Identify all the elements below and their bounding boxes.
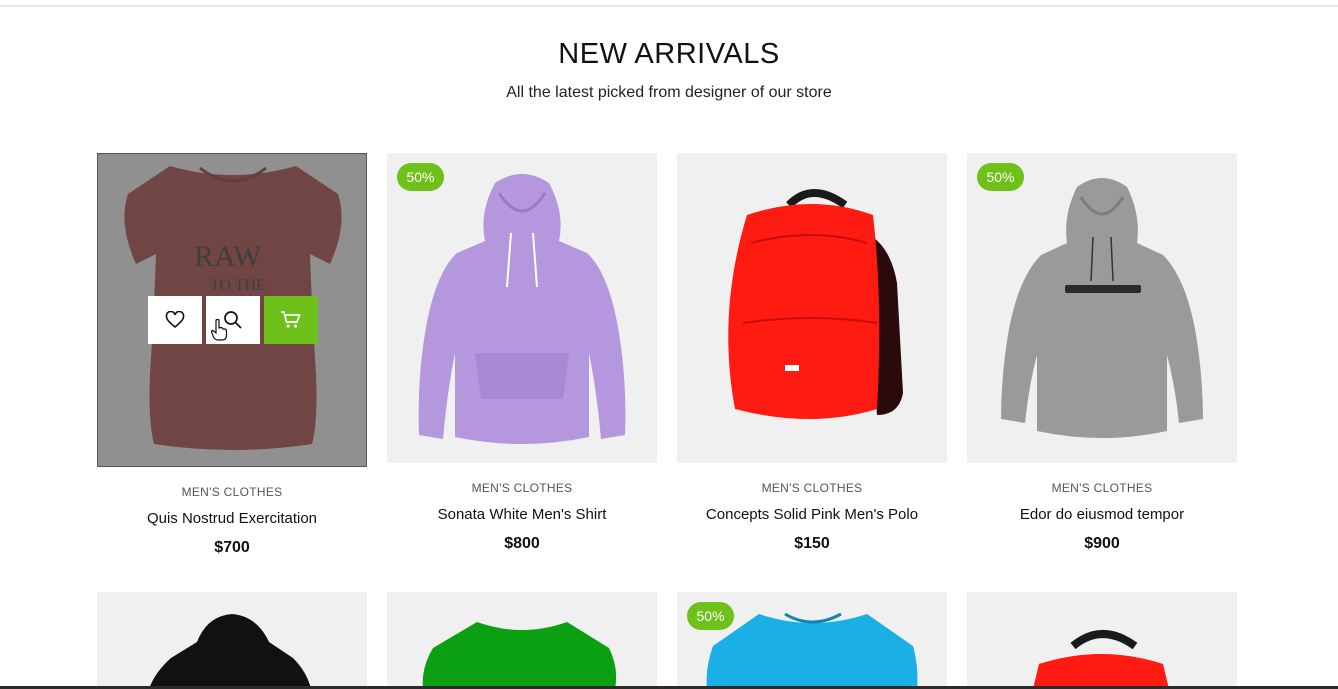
heart-icon [165, 311, 185, 329]
product-card[interactable]: RAW TO THE [97, 153, 367, 557]
product-price: $700 [214, 539, 250, 556]
product-card[interactable]: 50% MEN'S CLOTHES Sonata White Men's Shi… [387, 153, 657, 553]
grey-hoodie-image [1001, 178, 1203, 438]
red-backpack-image [1033, 630, 1169, 689]
product-category: MEN'S CLOTHES [1051, 481, 1153, 495]
product-card[interactable] [97, 592, 367, 689]
discount-badge: 50% [687, 602, 734, 630]
product-image[interactable] [97, 592, 367, 689]
product-image[interactable]: RAW TO THE [97, 153, 367, 467]
product-image[interactable] [677, 153, 947, 463]
top-divider [0, 5, 1338, 7]
product-image[interactable]: 50% [387, 153, 657, 463]
product-category: MEN'S CLOTHES [761, 481, 863, 495]
product-category: MEN'S CLOTHES [181, 485, 283, 499]
hand-cursor-icon [210, 318, 228, 341]
product-card[interactable]: 50% MEN'S CLOTHES Edor do eiusmod tempor… [967, 153, 1237, 553]
product-card[interactable]: MEN'S CLOTHES Concepts Solid Pink Men's … [677, 153, 947, 553]
product-card[interactable] [387, 592, 657, 689]
product-image[interactable] [387, 592, 657, 689]
product-price: $900 [1084, 535, 1120, 552]
lavender-hoodie-image [418, 174, 626, 444]
product-name[interactable]: Quis Nostrud Exercitation [97, 510, 367, 527]
product-card[interactable] [967, 592, 1237, 689]
product-image[interactable]: 50% [677, 592, 947, 689]
discount-badge: 50% [397, 163, 444, 191]
add-to-cart-button[interactable] [264, 296, 318, 344]
product-image[interactable]: 50% [967, 153, 1237, 463]
red-backpack-image [728, 189, 903, 419]
green-tshirt-image [422, 622, 617, 689]
product-name[interactable]: Concepts Solid Pink Men's Polo [677, 506, 947, 523]
wishlist-button[interactable] [148, 296, 202, 344]
product-card[interactable]: 50% [677, 592, 947, 689]
product-price: $800 [504, 535, 540, 552]
quick-actions [148, 296, 318, 344]
black-hoodie-image [149, 614, 311, 689]
product-image[interactable] [967, 592, 1237, 689]
product-price: $150 [794, 535, 830, 552]
cart-icon [281, 311, 301, 328]
product-name[interactable]: Sonata White Men's Shirt [387, 506, 657, 523]
section-subtitle: All the latest picked from designer of o… [506, 84, 832, 101]
discount-badge: 50% [977, 163, 1024, 191]
product-category: MEN'S CLOTHES [471, 481, 573, 495]
product-name[interactable]: Edor do eiusmod tempor [967, 506, 1237, 523]
section-title: NEW ARRIVALS [558, 38, 780, 70]
